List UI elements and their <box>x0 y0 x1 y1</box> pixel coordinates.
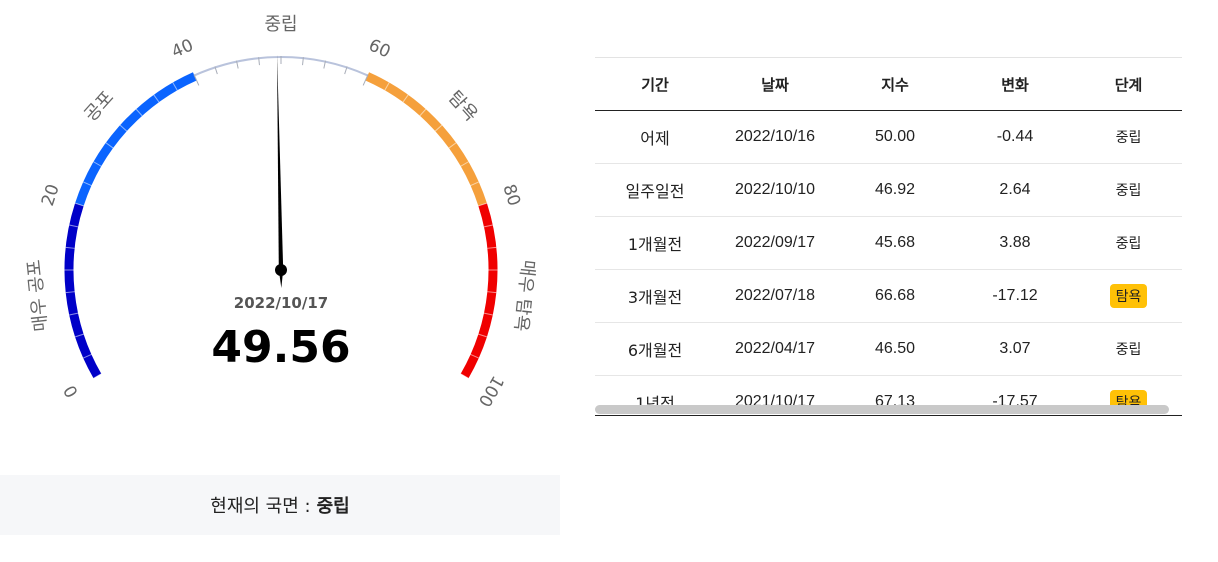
gauge-tick-label: 100 <box>474 372 508 410</box>
table-header-row: 기간 날짜 지수 변화 단계 <box>595 57 1182 111</box>
stage-cell: 중립 <box>1075 216 1182 270</box>
table-row: 3개월전 2022/07/18 66.68 -17.12 탐욕 <box>595 269 1182 323</box>
table-row: 어제 2022/10/16 50.00 -0.44 중립 <box>595 110 1182 164</box>
stage-badge: 탐욕 <box>1109 284 1148 308</box>
date-cell: 2022/04/17 <box>715 322 835 376</box>
gauge-date: 2022/10/17 <box>234 294 328 312</box>
header-change: 변화 <box>955 57 1075 111</box>
gauge-needle-hub <box>275 264 287 276</box>
index-cell: 46.92 <box>835 163 955 217</box>
gauge-value: 49.56 <box>211 322 350 373</box>
period-cell: 일주일전 <box>595 163 715 217</box>
header-stage: 단계 <box>1075 57 1182 111</box>
header-period: 기간 <box>595 57 715 111</box>
header-index: 지수 <box>835 57 955 111</box>
table-bottom-border <box>595 415 1182 416</box>
stage-text: 중립 <box>1115 130 1142 146</box>
fear-greed-gauge: 0 20 40 60 80 100 매우 공포 공포 중립탐욕매우 탐욕 2022/10/17 49… <box>0 0 560 470</box>
stage-cell: 중립 <box>1075 322 1182 376</box>
gauge-chart: 0 20 40 60 80 100 매우 공포 공포 중립탐욕매우 탐욕 2022/10/17 49… <box>24 14 539 410</box>
gauge-tick-label: 20 <box>38 182 64 209</box>
stage-cell: 중립 <box>1075 163 1182 217</box>
gauge-tick-label: 80 <box>498 182 524 209</box>
change-cell: 3.88 <box>955 216 1075 270</box>
period-cell: 6개월전 <box>595 322 715 376</box>
gauge-tick-label: 60 <box>365 35 393 62</box>
gauge-zone-label: 매우 탐욕 <box>510 259 538 333</box>
gauge-zone-label: 매우 공포 <box>24 259 52 333</box>
gauge-zone-1 <box>64 203 102 379</box>
stage-cell: 탐욕 <box>1075 269 1182 323</box>
date-cell: 2022/10/16 <box>715 110 835 164</box>
period-cell: 어제 <box>595 110 715 164</box>
gauge-tick-label: 0 <box>60 381 83 400</box>
current-phase-label: 현재의 국면 : <box>210 496 311 517</box>
gauge-zone-label: 중립 <box>264 14 297 35</box>
date-cell: 2022/09/17 <box>715 216 835 270</box>
table-row: 일주일전 2022/10/10 46.92 2.64 중립 <box>595 163 1182 217</box>
index-cell: 66.68 <box>835 269 955 323</box>
gauge-zone-label: 공포 <box>80 87 118 126</box>
stage-text: 중립 <box>1115 236 1142 252</box>
gauge-zone-label: 탐욕 <box>444 87 482 126</box>
index-cell: 46.50 <box>835 322 955 376</box>
header-date: 날짜 <box>715 57 835 111</box>
change-cell: 3.07 <box>955 322 1075 376</box>
current-phase-value: 중립 <box>316 496 350 517</box>
index-cell: 45.68 <box>835 216 955 270</box>
gauge-zone-5 <box>460 203 498 379</box>
date-cell: 2022/07/18 <box>715 269 835 323</box>
history-table-container[interactable]: 기간 날짜 지수 변화 단계 어제 2022/10/16 50.00 -0.44 중립 일… <box>595 57 1182 417</box>
current-phase-bar: 현재의 국면 : 중립 <box>0 475 560 535</box>
stage-cell: 중립 <box>1075 110 1182 164</box>
date-cell: 2022/10/10 <box>715 163 835 217</box>
change-cell: -0.44 <box>955 110 1075 164</box>
change-cell: 2.64 <box>955 163 1075 217</box>
horizontal-scrollbar[interactable] <box>595 405 1169 414</box>
history-table: 기간 날짜 지수 변화 단계 어제 2022/10/16 50.00 -0.44 중립 일… <box>595 57 1182 417</box>
stage-text: 중립 <box>1115 342 1142 358</box>
table-row: 6개월전 2022/04/17 46.50 3.07 중립 <box>595 322 1182 376</box>
period-cell: 3개월전 <box>595 269 715 323</box>
stage-text: 중립 <box>1115 183 1142 199</box>
table-row: 1개월전 2022/09/17 45.68 3.88 중립 <box>595 216 1182 270</box>
gauge-needle <box>277 54 284 288</box>
index-cell: 50.00 <box>835 110 955 164</box>
period-cell: 1개월전 <box>595 216 715 270</box>
change-cell: -17.12 <box>955 269 1075 323</box>
gauge-tick-label: 40 <box>169 35 197 62</box>
